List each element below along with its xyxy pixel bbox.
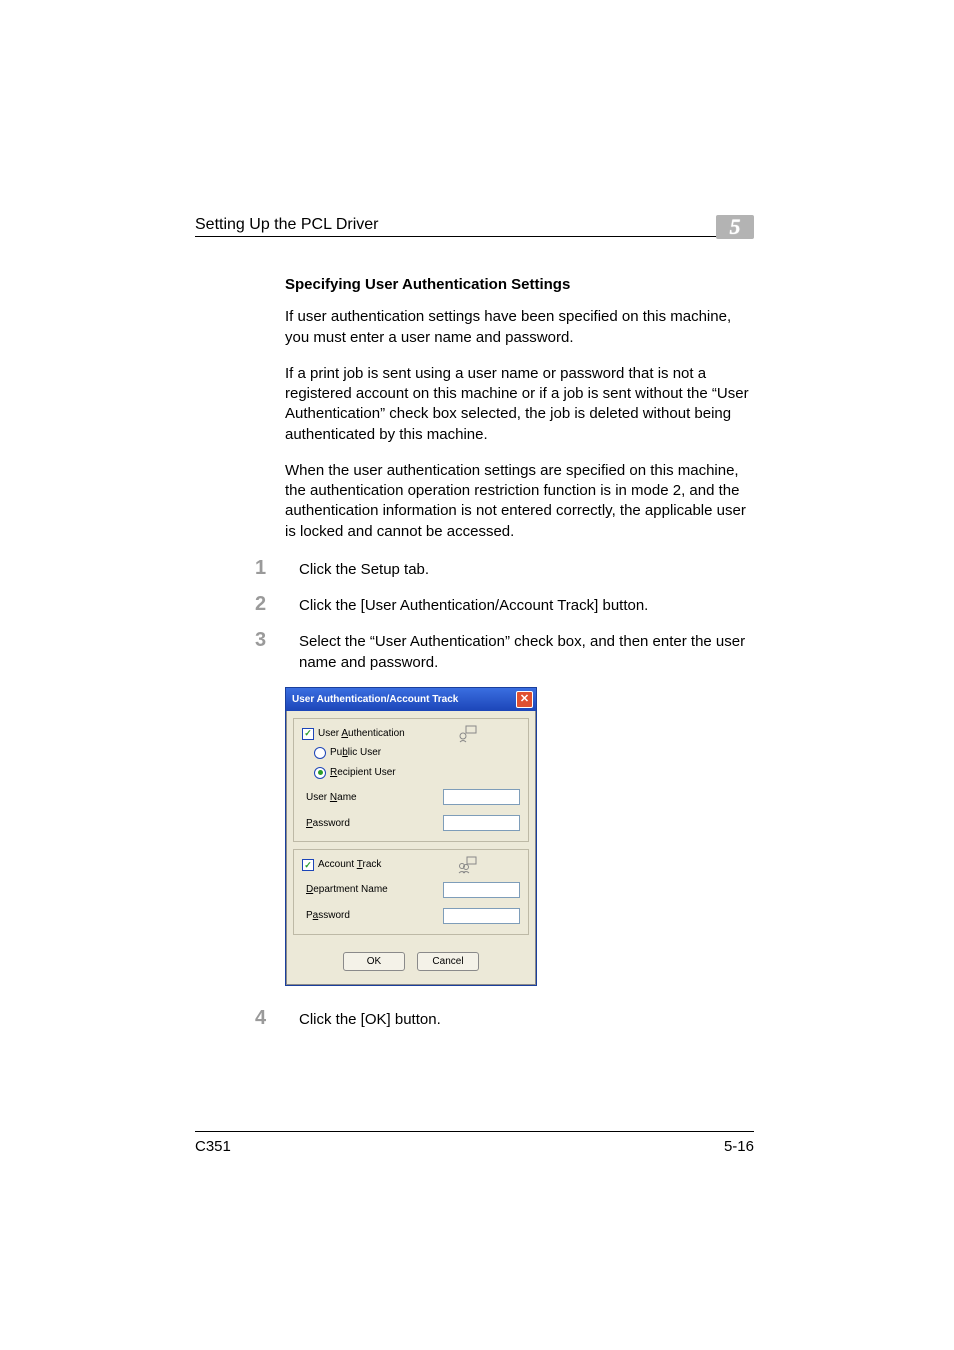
running-title: Setting Up the PCL Driver xyxy=(195,216,378,234)
paragraph: When the user authentication settings ar… xyxy=(285,461,754,542)
department-row: Department Name xyxy=(302,882,520,898)
password-row: Password xyxy=(302,815,520,831)
dialog-buttons: OK Cancel xyxy=(286,942,536,986)
step-item: 2 Click the [User Authentication/Account… xyxy=(285,594,754,616)
account-track-checkbox[interactable]: ✓ xyxy=(302,859,314,871)
public-user-label: Public User xyxy=(330,746,381,760)
close-icon: ✕ xyxy=(520,694,529,705)
public-user-radio[interactable] xyxy=(314,747,326,759)
page-footer: C351 5-16 xyxy=(195,1131,754,1155)
content-area: Specifying User Authentication Settings … xyxy=(195,237,754,1031)
acct-password-row: Password xyxy=(302,908,520,924)
user-auth-section: ✓ User Authentication Public User Recipi… xyxy=(293,718,529,843)
chapter-badge: 5 xyxy=(716,215,754,239)
user-auth-checkbox[interactable]: ✓ xyxy=(302,728,314,740)
step-text: Select the “User Authentication” check b… xyxy=(299,630,754,673)
page: Setting Up the PCL Driver 5 Specifying U… xyxy=(0,0,954,1350)
cancel-button[interactable]: Cancel xyxy=(417,952,479,972)
department-label: Department Name xyxy=(302,883,388,897)
acct-password-input[interactable] xyxy=(443,908,520,924)
user-name-input[interactable] xyxy=(443,789,520,805)
acct-password-label: Password xyxy=(302,909,350,923)
step-number: 1 xyxy=(255,558,287,578)
recipient-user-label: Recipient User xyxy=(330,766,396,780)
step-number: 2 xyxy=(255,594,287,614)
account-track-icon xyxy=(458,856,478,874)
paragraph: If user authentication settings have bee… xyxy=(285,307,754,348)
step-item: 3 Select the “User Authentication” check… xyxy=(285,630,754,673)
user-auth-dialog: User Authentication/Account Track ✕ ✓ Us… xyxy=(285,687,537,987)
public-user-row: Public User xyxy=(302,746,520,760)
steps-list: 1 Click the Setup tab. 2 Click the [User… xyxy=(285,558,754,673)
user-auth-checkbox-label: User Authentication xyxy=(318,727,405,741)
steps-list-continued: 4 Click the [OK] button. xyxy=(285,1008,754,1030)
dialog-title-text: User Authentication/Account Track xyxy=(292,693,458,707)
password-label: Password xyxy=(302,817,350,831)
step-number: 3 xyxy=(255,630,287,650)
recipient-user-radio[interactable] xyxy=(314,767,326,779)
user-auth-checkbox-row: ✓ User Authentication xyxy=(302,727,520,741)
page-header: Setting Up the PCL Driver 5 xyxy=(195,210,754,237)
password-input[interactable] xyxy=(443,815,520,831)
step-text: Click the Setup tab. xyxy=(299,558,429,580)
ok-button[interactable]: OK xyxy=(343,952,405,972)
dialog-titlebar: User Authentication/Account Track ✕ xyxy=(286,688,536,711)
step-item: 4 Click the [OK] button. xyxy=(285,1008,754,1030)
step-text: Click the [OK] button. xyxy=(299,1008,441,1030)
footer-model: C351 xyxy=(195,1138,231,1155)
account-track-section: ✓ Account Track Department Name Password xyxy=(293,849,529,935)
step-number: 4 xyxy=(255,1008,287,1028)
user-auth-icon xyxy=(458,725,478,743)
recipient-user-row: Recipient User xyxy=(302,766,520,780)
step-text: Click the [User Authentication/Account T… xyxy=(299,594,648,616)
section-subheading: Specifying User Authentication Settings xyxy=(285,275,754,295)
department-input[interactable] xyxy=(443,882,520,898)
footer-page-number: 5-16 xyxy=(724,1138,754,1155)
user-name-label: User Name xyxy=(302,791,357,805)
close-button[interactable]: ✕ xyxy=(516,691,533,708)
user-name-row: User Name xyxy=(302,789,520,805)
paragraph: If a print job is sent using a user name… xyxy=(285,364,754,445)
account-track-checkbox-row: ✓ Account Track xyxy=(302,858,520,872)
step-item: 1 Click the Setup tab. xyxy=(285,558,754,580)
account-track-checkbox-label: Account Track xyxy=(318,858,381,872)
chapter-number: 5 xyxy=(730,214,741,240)
